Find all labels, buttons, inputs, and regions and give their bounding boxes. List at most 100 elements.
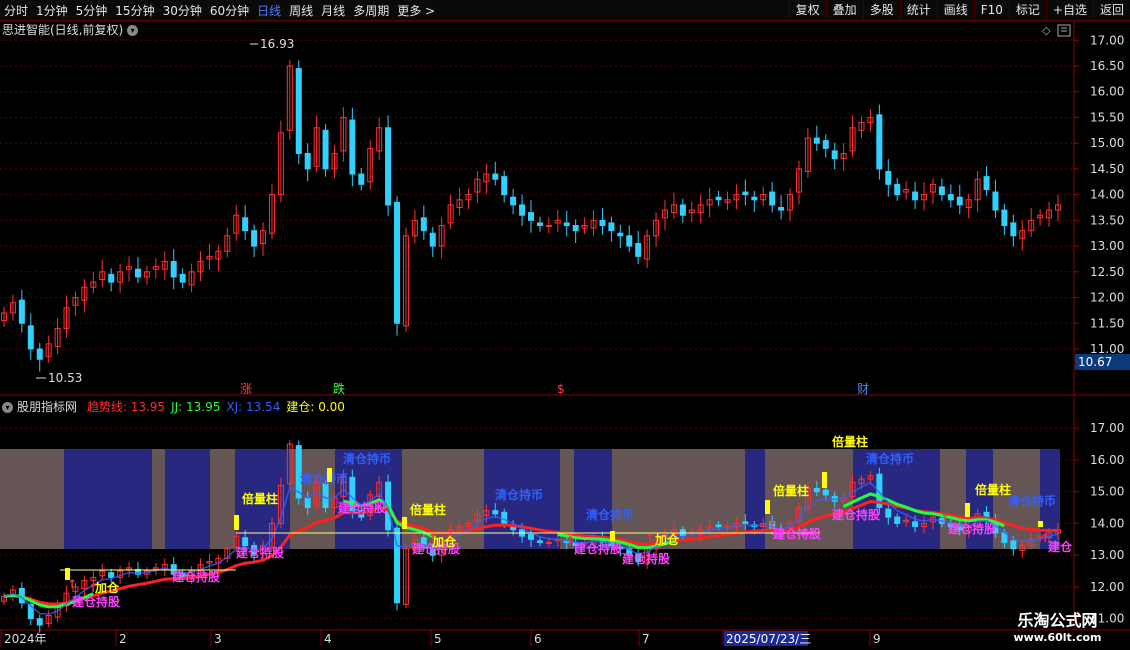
event-mark[interactable]: $ (557, 382, 565, 396)
x-axis-label: 5 (434, 632, 442, 646)
signal-annotation: 清仓持币 (495, 487, 543, 502)
signal-band (0, 449, 64, 549)
candle-body (429, 232, 436, 247)
volume-signal-bar (327, 468, 332, 482)
candle-body (295, 68, 302, 154)
indicator-tick-label: 15.00 (1090, 485, 1124, 499)
watermark: 乐淘公式网 www.60lt.com (985, 607, 1130, 644)
candle-body (715, 524, 722, 528)
signal-annotation: 加仓 (654, 532, 680, 547)
event-mark[interactable]: 财 (857, 382, 869, 396)
candle-body (742, 521, 749, 524)
candle-body (170, 261, 177, 278)
signal-annotation: 清仓持币 (1008, 493, 1056, 508)
volume-signal-bar (965, 503, 970, 517)
signal-annotation: 清仓持币 (586, 507, 634, 522)
candle-body (894, 516, 901, 524)
price-tick-label: 17.00 (1090, 33, 1124, 47)
event-mark[interactable]: 涨 (240, 381, 252, 396)
current-price: 10.67 (1078, 355, 1112, 369)
price-tick-label: 12.50 (1090, 265, 1124, 279)
signal-annotation: 清仓持币 (866, 451, 914, 466)
x-axis-label: 7 (642, 632, 650, 646)
candle-body (108, 572, 115, 578)
buy-arrow-icon: ↑ (565, 534, 575, 548)
candle-body (304, 152, 311, 170)
candle-body (715, 196, 722, 201)
candle-body (108, 273, 115, 283)
candle-body (572, 225, 579, 232)
signal-band (64, 449, 152, 549)
candle-body (813, 487, 820, 493)
buy-arrow-icon: ↑ (940, 511, 950, 525)
event-mark[interactable]: 跌 (333, 381, 345, 396)
indicator-name: 股朋指标网 (17, 400, 78, 414)
candle-body (536, 540, 543, 543)
candle-body (822, 140, 829, 149)
x-axis-label: 3 (214, 632, 222, 646)
price-tick-label: 16.50 (1090, 59, 1124, 73)
candle-body (876, 114, 883, 170)
buy-arrow-icon: ↑ (88, 581, 98, 595)
signal-annotation: 倍量柱 (410, 502, 446, 517)
indicator-tick-label: 16.00 (1090, 453, 1124, 467)
diamond-icon[interactable]: ◇ (1042, 24, 1051, 37)
candle-body (608, 222, 615, 232)
candle-body (304, 497, 311, 509)
candle-body (545, 225, 552, 228)
candle-body (251, 230, 258, 247)
candle-body (528, 212, 534, 221)
candle-body (912, 521, 919, 528)
high-price-label: 16.93 (260, 37, 294, 51)
chevron-down-icon[interactable]: ▾ (2, 402, 13, 413)
volume-signal-bar (402, 517, 407, 529)
x-axis-label: 4 (324, 632, 332, 646)
candle-body (778, 207, 785, 211)
buy-arrow-icon: ↑ (767, 519, 777, 533)
candle-body (322, 129, 329, 170)
signal-annotation: 建仓持股 (831, 507, 881, 522)
candle-body (528, 534, 534, 540)
signal-band (210, 449, 235, 549)
chart-canvas[interactable]: 17.00 16.50 16.00 15.50 15.00 14.50 14.00 13.50… (0, 0, 1130, 650)
candle-body (947, 194, 954, 201)
x-axis-label: 2 (119, 632, 127, 646)
candle-body (501, 176, 508, 196)
signal-band (745, 449, 765, 549)
signal-annotation: 建仓持股 (772, 526, 822, 541)
legend-item: JJ: 13.95 (171, 400, 221, 414)
low-price-label: 10.53 (48, 371, 82, 385)
candle-body (242, 537, 249, 547)
volume-signal-bar (65, 568, 70, 580)
candle-body (885, 508, 892, 518)
legend-item: 建仓: 0.00 (286, 400, 345, 414)
signal-annotation: 建仓持股 (337, 500, 387, 515)
x-axis-label: 2025/07/23/三 (726, 632, 811, 646)
signal-band (152, 449, 165, 549)
candle-body (1001, 209, 1008, 227)
candle-body (519, 204, 526, 216)
candle-body (617, 232, 624, 237)
candle-body (536, 222, 543, 227)
x-axis-label: 6 (534, 632, 542, 646)
price-tick-label: 16.00 (1090, 85, 1124, 99)
candle-body (769, 191, 776, 206)
price-tick-label: 14.00 (1090, 188, 1124, 202)
candle-body (322, 483, 329, 509)
volume-signal-bar (1038, 521, 1043, 527)
signal-annotation: 倍量柱 (975, 482, 1011, 497)
price-tick-label: 12.00 (1090, 291, 1124, 305)
buy-arrow-icon: ↑ (428, 531, 438, 545)
price-tick-label: 13.50 (1090, 213, 1124, 227)
indicator-tick-label: 12.00 (1090, 580, 1124, 594)
candle-body (983, 176, 990, 190)
candle-body (599, 219, 606, 227)
candle-body (492, 510, 499, 515)
signal-annotation: 建仓持股 (947, 521, 997, 536)
volume-signal-bar (610, 531, 615, 541)
candle-body (992, 191, 999, 211)
indicator-tick-label: 14.00 (1090, 516, 1124, 530)
candle-body (742, 191, 749, 196)
candle-body (635, 243, 642, 257)
candle-body (626, 235, 633, 247)
